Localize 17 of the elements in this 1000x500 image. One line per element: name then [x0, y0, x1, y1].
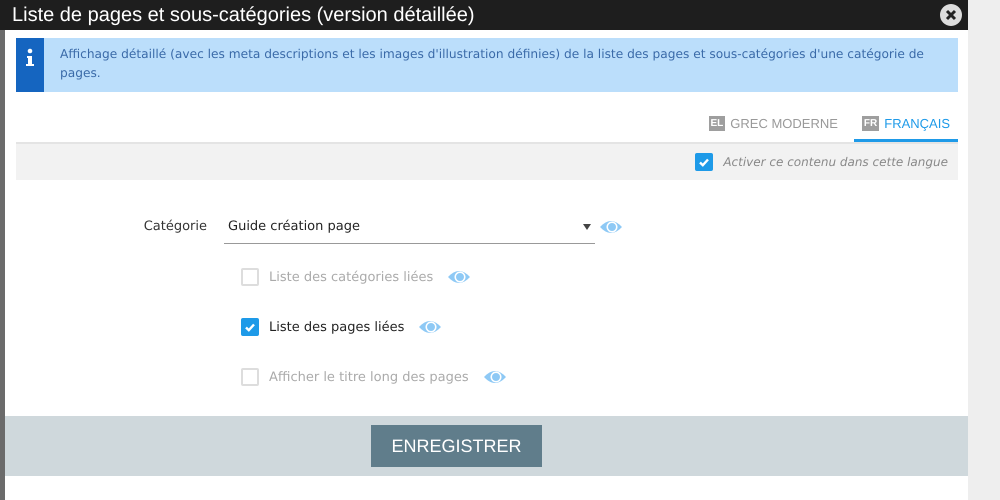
dialog-title: Liste de pages et sous-catégories (version détaillée): [12, 4, 474, 26]
checkbox-label: Liste des pages liées: [269, 320, 404, 334]
category-dropdown[interactable]: Guide création page: [224, 217, 595, 244]
language-tab[interactable]: EL GREC MODERNE: [700, 116, 846, 142]
info-text: Affichage détaillé (avec les meta descriptions et les images d'illustration définies) de la liste des pages et sous-catégories d'une catégorie de pages.: [59, 46, 925, 82]
checkmark-icon: [698, 156, 710, 168]
checkbox-label: Activer ce contenu dans cette langue: [723, 155, 948, 169]
checkbox-label: Afficher le titre long des pages: [269, 370, 469, 384]
checkbox[interactable]: [695, 153, 714, 171]
info-icon: [16, 38, 44, 92]
close-icon[interactable]: [940, 4, 962, 26]
field-label: Catégorie: [142, 219, 208, 234]
checkbox[interactable]: [241, 318, 259, 336]
checkbox-label: Liste des catégories liées: [269, 270, 434, 284]
save-button[interactable]: ENREGISTRER: [371, 425, 542, 467]
caret-icon: [583, 224, 591, 230]
checkmark-icon: [244, 321, 256, 333]
